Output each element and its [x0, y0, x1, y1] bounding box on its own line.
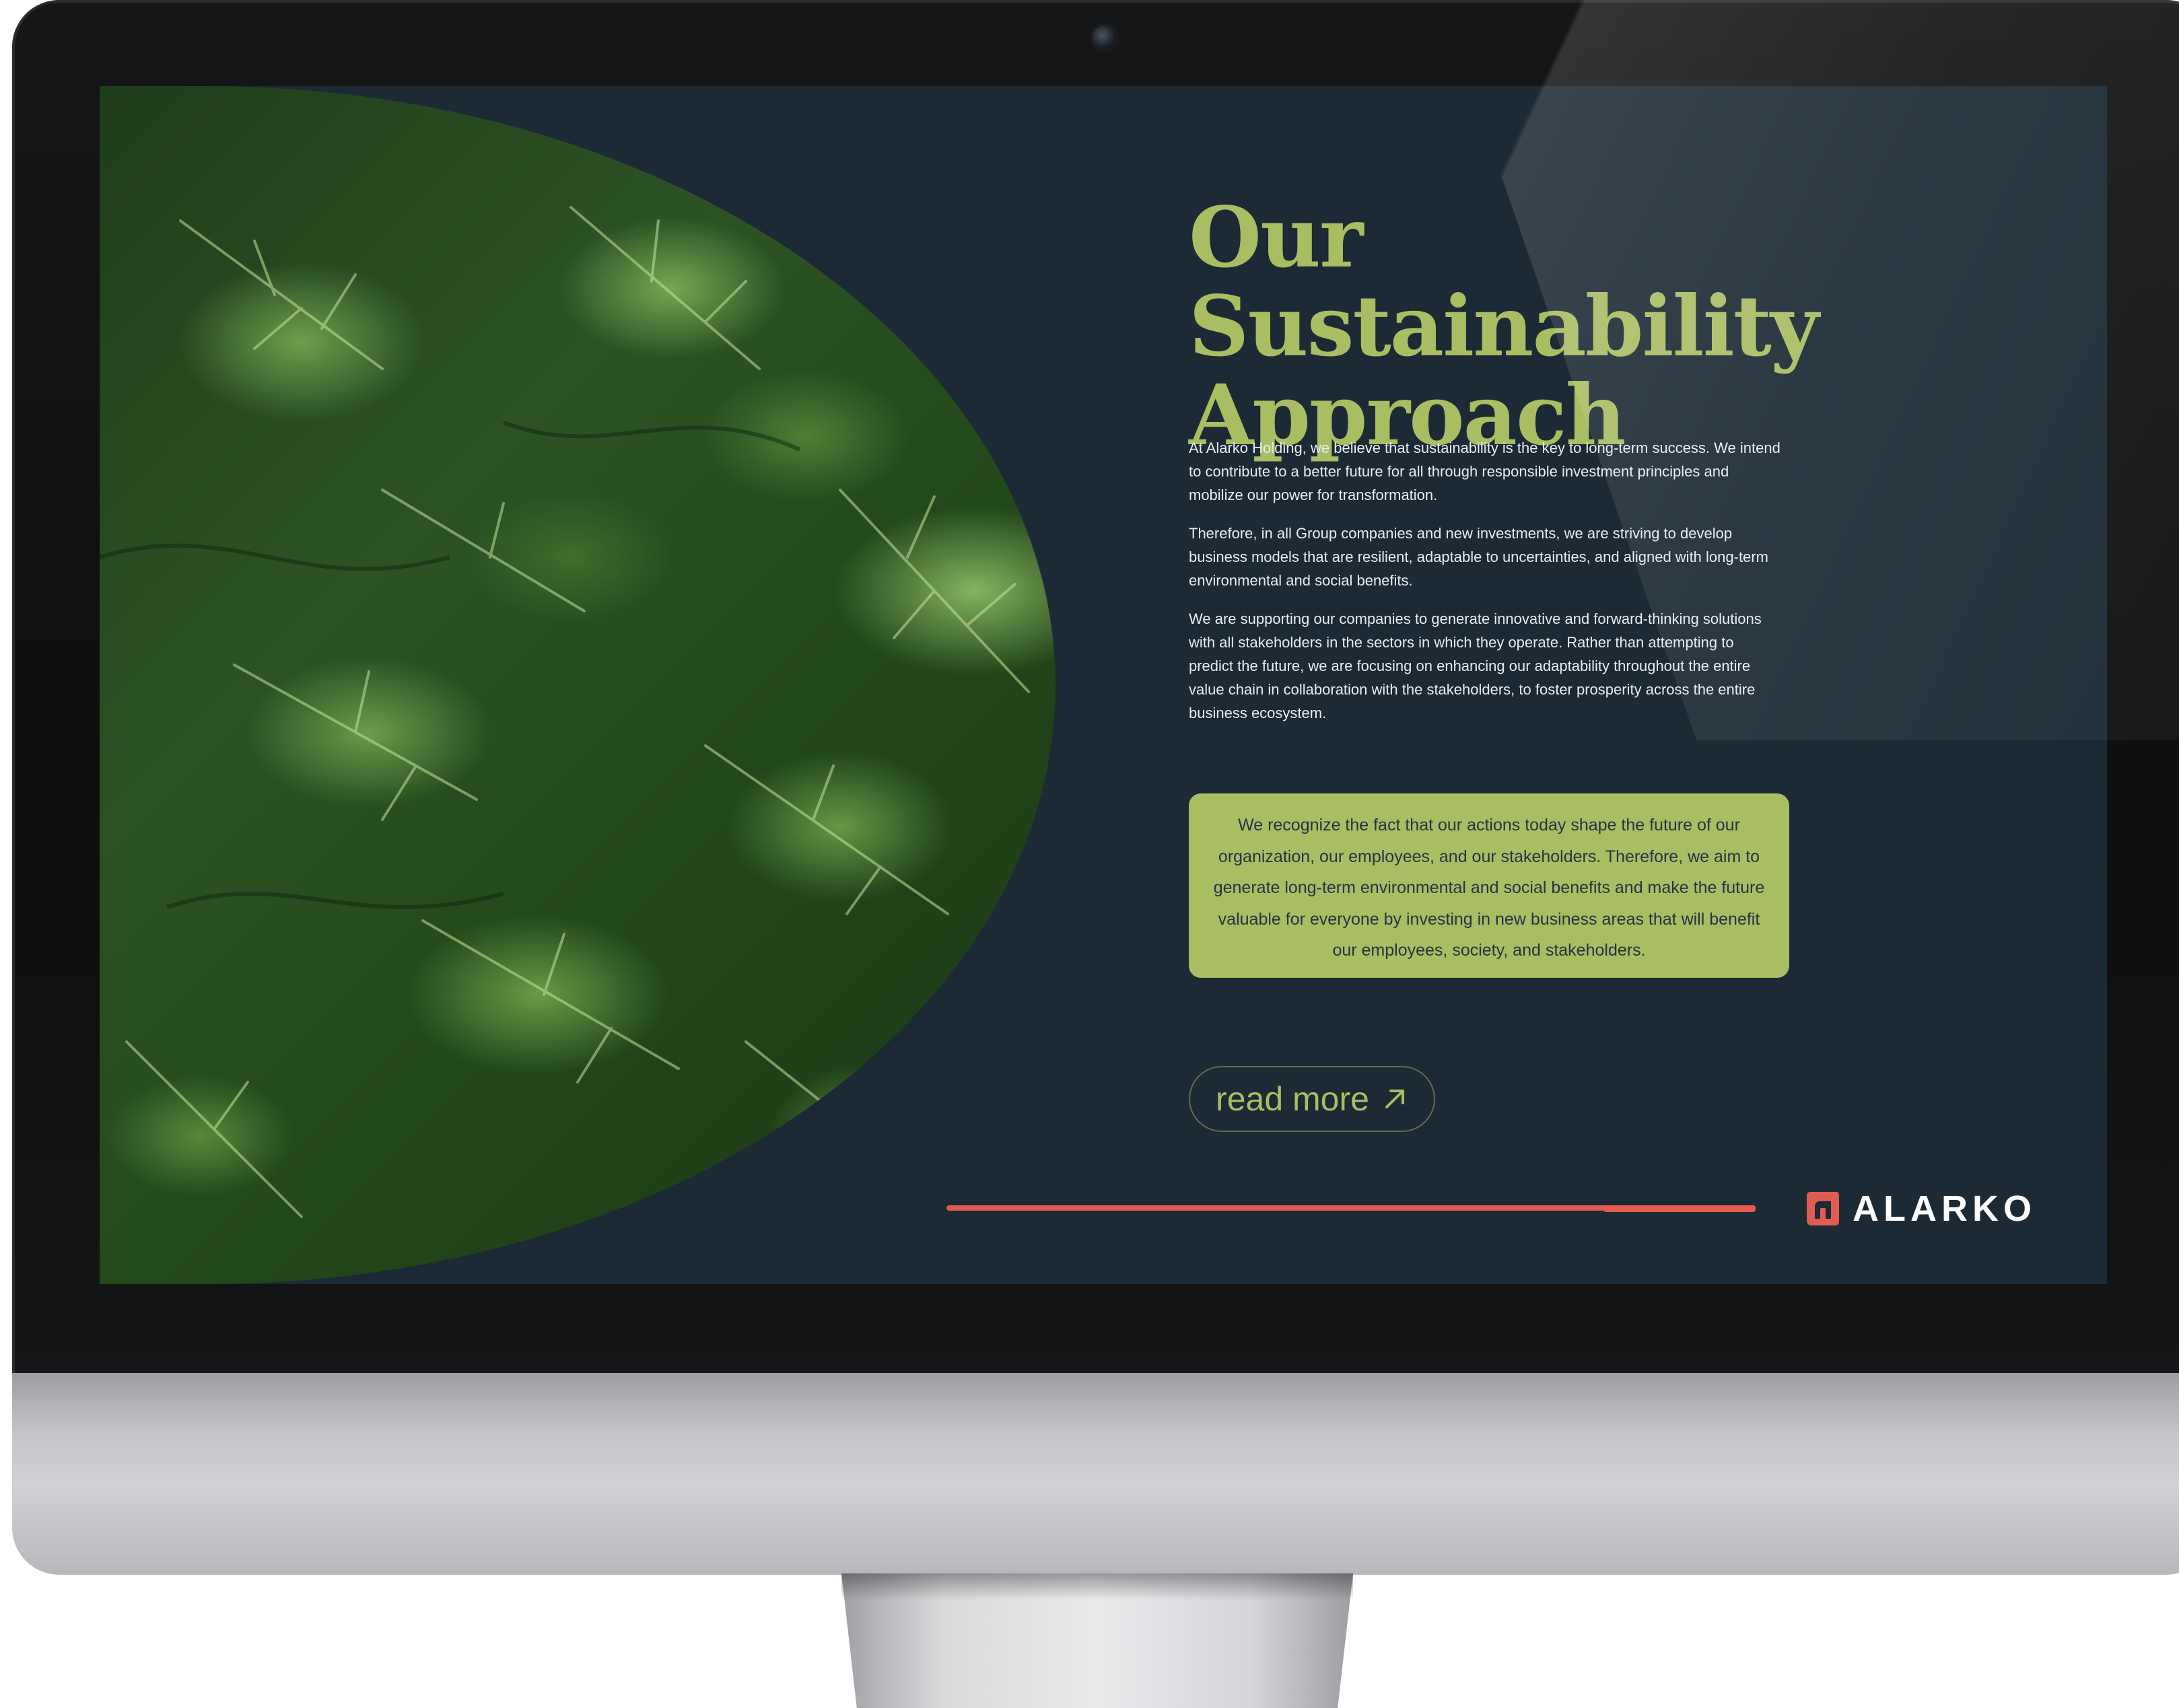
highlight-callout: We recognize the fact that our actions t… [1189, 793, 1789, 978]
read-more-button[interactable]: read more [1189, 1066, 1435, 1132]
leaf-veins-icon [100, 125, 1030, 1232]
web-page: Our Sustainability Approach At Alarko Ho… [100, 86, 2107, 1284]
read-more-label: read more [1216, 1080, 1369, 1118]
brand-logo[interactable]: ALARKO [1803, 1188, 2036, 1230]
monitor-mockup: Our Sustainability Approach At Alarko Ho… [0, 0, 2179, 1708]
foliage-image [100, 86, 1056, 1284]
arrow-up-right-icon [1385, 1090, 1404, 1108]
webcam-icon [1093, 26, 1117, 50]
page-title-line-1: Our Sustainability [1189, 189, 1819, 376]
alarko-logo-mark [1807, 1192, 1839, 1225]
monitor-chin [12, 1373, 2179, 1575]
paragraph-3: We are supporting our companies to gener… [1189, 610, 1762, 721]
callout-text: We recognize the fact that our actions t… [1213, 816, 1765, 960]
intro-text: At Alarko Holding, we believe that susta… [1189, 436, 1781, 740]
paragraph-1: At Alarko Holding, we believe that susta… [1189, 439, 1780, 503]
brand-name: ALARKO [1853, 1188, 2036, 1229]
paragraph-2: Therefore, in all Group companies and ne… [1189, 525, 1768, 589]
page-title: Our Sustainability Approach [1189, 194, 1997, 460]
stand-shadow [841, 1573, 1353, 1600]
accent-divider-highlight [1603, 1205, 1756, 1212]
